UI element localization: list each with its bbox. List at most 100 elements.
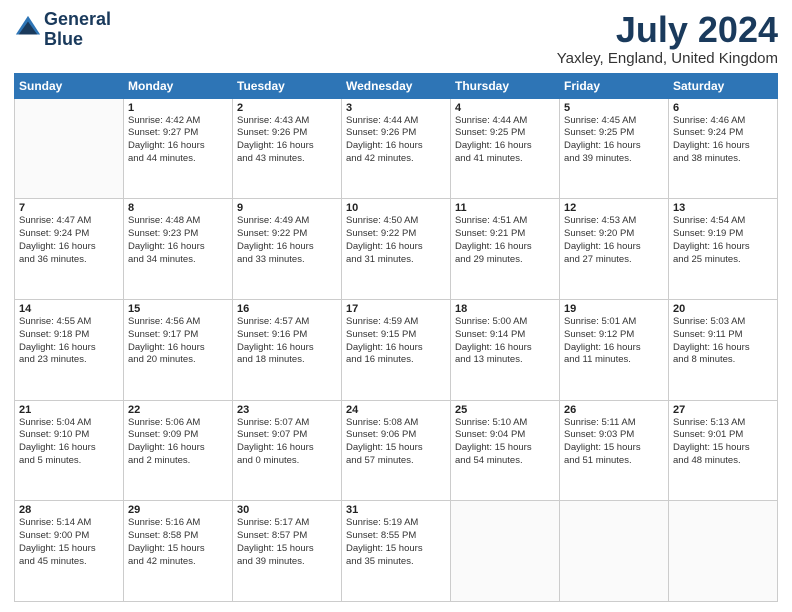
- cell-content: Sunrise: 5:00 AM Sunset: 9:14 PM Dayligh…: [455, 316, 555, 367]
- calendar-cell: 11Sunrise: 4:51 AM Sunset: 9:21 PM Dayli…: [451, 199, 560, 300]
- cell-content: Sunrise: 5:19 AM Sunset: 8:55 PM Dayligh…: [346, 517, 446, 568]
- cell-content: Sunrise: 4:42 AM Sunset: 9:27 PM Dayligh…: [128, 115, 228, 166]
- calendar-cell: 6Sunrise: 4:46 AM Sunset: 9:24 PM Daylig…: [669, 98, 778, 199]
- calendar-cell: 2Sunrise: 4:43 AM Sunset: 9:26 PM Daylig…: [233, 98, 342, 199]
- calendar-cell: [451, 501, 560, 602]
- calendar-cell: 25Sunrise: 5:10 AM Sunset: 9:04 PM Dayli…: [451, 400, 560, 501]
- cell-content: Sunrise: 4:56 AM Sunset: 9:17 PM Dayligh…: [128, 316, 228, 367]
- calendar-cell: 3Sunrise: 4:44 AM Sunset: 9:26 PM Daylig…: [342, 98, 451, 199]
- calendar-day-header: Monday: [124, 73, 233, 98]
- day-number: 27: [673, 404, 773, 416]
- day-number: 11: [455, 202, 555, 214]
- cell-content: Sunrise: 4:46 AM Sunset: 9:24 PM Dayligh…: [673, 115, 773, 166]
- cell-content: Sunrise: 4:49 AM Sunset: 9:22 PM Dayligh…: [237, 215, 337, 266]
- calendar-cell: 7Sunrise: 4:47 AM Sunset: 9:24 PM Daylig…: [15, 199, 124, 300]
- day-number: 10: [346, 202, 446, 214]
- calendar-cell: [560, 501, 669, 602]
- day-number: 30: [237, 504, 337, 516]
- calendar-cell: 28Sunrise: 5:14 AM Sunset: 9:00 PM Dayli…: [15, 501, 124, 602]
- calendar-day-header: Wednesday: [342, 73, 451, 98]
- day-number: 18: [455, 303, 555, 315]
- cell-content: Sunrise: 5:10 AM Sunset: 9:04 PM Dayligh…: [455, 417, 555, 468]
- calendar-cell: 23Sunrise: 5:07 AM Sunset: 9:07 PM Dayli…: [233, 400, 342, 501]
- calendar-cell: 29Sunrise: 5:16 AM Sunset: 8:58 PM Dayli…: [124, 501, 233, 602]
- cell-content: Sunrise: 5:16 AM Sunset: 8:58 PM Dayligh…: [128, 517, 228, 568]
- cell-content: Sunrise: 5:11 AM Sunset: 9:03 PM Dayligh…: [564, 417, 664, 468]
- calendar-cell: 20Sunrise: 5:03 AM Sunset: 9:11 PM Dayli…: [669, 299, 778, 400]
- day-number: 31: [346, 504, 446, 516]
- cell-content: Sunrise: 5:08 AM Sunset: 9:06 PM Dayligh…: [346, 417, 446, 468]
- day-number: 21: [19, 404, 119, 416]
- calendar-week-row: 7Sunrise: 4:47 AM Sunset: 9:24 PM Daylig…: [15, 199, 778, 300]
- calendar-cell: 14Sunrise: 4:55 AM Sunset: 9:18 PM Dayli…: [15, 299, 124, 400]
- calendar-cell: 19Sunrise: 5:01 AM Sunset: 9:12 PM Dayli…: [560, 299, 669, 400]
- cell-content: Sunrise: 4:55 AM Sunset: 9:18 PM Dayligh…: [19, 316, 119, 367]
- location: Yaxley, England, United Kingdom: [557, 50, 778, 67]
- calendar-cell: 30Sunrise: 5:17 AM Sunset: 8:57 PM Dayli…: [233, 501, 342, 602]
- day-number: 8: [128, 202, 228, 214]
- day-number: 17: [346, 303, 446, 315]
- day-number: 16: [237, 303, 337, 315]
- day-number: 6: [673, 102, 773, 114]
- day-number: 2: [237, 102, 337, 114]
- logo-text: General Blue: [44, 10, 111, 50]
- calendar-cell: [669, 501, 778, 602]
- cell-content: Sunrise: 4:59 AM Sunset: 9:15 PM Dayligh…: [346, 316, 446, 367]
- cell-content: Sunrise: 5:03 AM Sunset: 9:11 PM Dayligh…: [673, 316, 773, 367]
- day-number: 15: [128, 303, 228, 315]
- cell-content: Sunrise: 4:51 AM Sunset: 9:21 PM Dayligh…: [455, 215, 555, 266]
- calendar-header-row: SundayMondayTuesdayWednesdayThursdayFrid…: [15, 73, 778, 98]
- cell-content: Sunrise: 4:45 AM Sunset: 9:25 PM Dayligh…: [564, 115, 664, 166]
- day-number: 13: [673, 202, 773, 214]
- calendar-cell: 12Sunrise: 4:53 AM Sunset: 9:20 PM Dayli…: [560, 199, 669, 300]
- calendar-cell: 22Sunrise: 5:06 AM Sunset: 9:09 PM Dayli…: [124, 400, 233, 501]
- cell-content: Sunrise: 4:53 AM Sunset: 9:20 PM Dayligh…: [564, 215, 664, 266]
- day-number: 14: [19, 303, 119, 315]
- day-number: 19: [564, 303, 664, 315]
- day-number: 9: [237, 202, 337, 214]
- cell-content: Sunrise: 5:01 AM Sunset: 9:12 PM Dayligh…: [564, 316, 664, 367]
- cell-content: Sunrise: 4:50 AM Sunset: 9:22 PM Dayligh…: [346, 215, 446, 266]
- day-number: 1: [128, 102, 228, 114]
- calendar-week-row: 28Sunrise: 5:14 AM Sunset: 9:00 PM Dayli…: [15, 501, 778, 602]
- day-number: 5: [564, 102, 664, 114]
- calendar-cell: 15Sunrise: 4:56 AM Sunset: 9:17 PM Dayli…: [124, 299, 233, 400]
- cell-content: Sunrise: 4:44 AM Sunset: 9:26 PM Dayligh…: [346, 115, 446, 166]
- cell-content: Sunrise: 4:43 AM Sunset: 9:26 PM Dayligh…: [237, 115, 337, 166]
- cell-content: Sunrise: 4:57 AM Sunset: 9:16 PM Dayligh…: [237, 316, 337, 367]
- calendar-cell: 5Sunrise: 4:45 AM Sunset: 9:25 PM Daylig…: [560, 98, 669, 199]
- cell-content: Sunrise: 5:04 AM Sunset: 9:10 PM Dayligh…: [19, 417, 119, 468]
- day-number: 28: [19, 504, 119, 516]
- page: General Blue July 2024 Yaxley, England, …: [0, 0, 792, 612]
- day-number: 12: [564, 202, 664, 214]
- cell-content: Sunrise: 4:44 AM Sunset: 9:25 PM Dayligh…: [455, 115, 555, 166]
- calendar-week-row: 14Sunrise: 4:55 AM Sunset: 9:18 PM Dayli…: [15, 299, 778, 400]
- calendar-cell: 4Sunrise: 4:44 AM Sunset: 9:25 PM Daylig…: [451, 98, 560, 199]
- calendar-cell: 26Sunrise: 5:11 AM Sunset: 9:03 PM Dayli…: [560, 400, 669, 501]
- day-number: 26: [564, 404, 664, 416]
- calendar-cell: 18Sunrise: 5:00 AM Sunset: 9:14 PM Dayli…: [451, 299, 560, 400]
- cell-content: Sunrise: 5:17 AM Sunset: 8:57 PM Dayligh…: [237, 517, 337, 568]
- calendar-cell: 8Sunrise: 4:48 AM Sunset: 9:23 PM Daylig…: [124, 199, 233, 300]
- calendar-day-header: Saturday: [669, 73, 778, 98]
- title-area: July 2024 Yaxley, England, United Kingdo…: [557, 10, 778, 67]
- calendar-cell: 1Sunrise: 4:42 AM Sunset: 9:27 PM Daylig…: [124, 98, 233, 199]
- header: General Blue July 2024 Yaxley, England, …: [14, 10, 778, 67]
- calendar-cell: 31Sunrise: 5:19 AM Sunset: 8:55 PM Dayli…: [342, 501, 451, 602]
- calendar-day-header: Sunday: [15, 73, 124, 98]
- calendar-cell: 21Sunrise: 5:04 AM Sunset: 9:10 PM Dayli…: [15, 400, 124, 501]
- cell-content: Sunrise: 4:48 AM Sunset: 9:23 PM Dayligh…: [128, 215, 228, 266]
- calendar-day-header: Friday: [560, 73, 669, 98]
- cell-content: Sunrise: 5:07 AM Sunset: 9:07 PM Dayligh…: [237, 417, 337, 468]
- day-number: 4: [455, 102, 555, 114]
- day-number: 29: [128, 504, 228, 516]
- day-number: 25: [455, 404, 555, 416]
- cell-content: Sunrise: 5:14 AM Sunset: 9:00 PM Dayligh…: [19, 517, 119, 568]
- calendar-cell: 13Sunrise: 4:54 AM Sunset: 9:19 PM Dayli…: [669, 199, 778, 300]
- calendar-cell: [15, 98, 124, 199]
- cell-content: Sunrise: 4:54 AM Sunset: 9:19 PM Dayligh…: [673, 215, 773, 266]
- calendar-week-row: 21Sunrise: 5:04 AM Sunset: 9:10 PM Dayli…: [15, 400, 778, 501]
- calendar-cell: 10Sunrise: 4:50 AM Sunset: 9:22 PM Dayli…: [342, 199, 451, 300]
- calendar-week-row: 1Sunrise: 4:42 AM Sunset: 9:27 PM Daylig…: [15, 98, 778, 199]
- cell-content: Sunrise: 4:47 AM Sunset: 9:24 PM Dayligh…: [19, 215, 119, 266]
